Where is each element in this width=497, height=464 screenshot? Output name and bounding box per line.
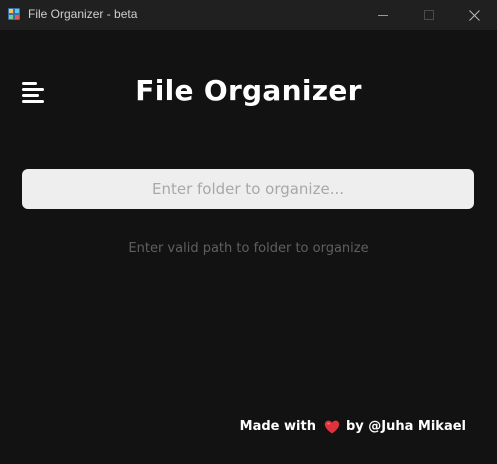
footer-author: by @Juha Mikael [345,419,466,434]
main-content: File Organizer Enter valid path to folde… [0,30,497,464]
minimize-button[interactable] [360,0,406,30]
window-title: File Organizer - beta [28,7,138,21]
close-button[interactable] [451,0,497,30]
app-icon [8,8,20,20]
minimize-icon [378,15,388,16]
page-title: File Organizer [135,74,362,107]
close-icon [468,9,480,21]
footer-credit: Made with by @Juha Mikael [240,419,466,434]
heart-icon [324,420,340,433]
footer-made-with: Made with [239,419,316,434]
maximize-icon [424,10,434,20]
status-hint: Enter valid path to folder to organize [128,241,369,256]
maximize-button[interactable] [406,0,452,30]
title-bar: File Organizer - beta [0,0,497,30]
folder-path-input[interactable] [22,169,474,209]
